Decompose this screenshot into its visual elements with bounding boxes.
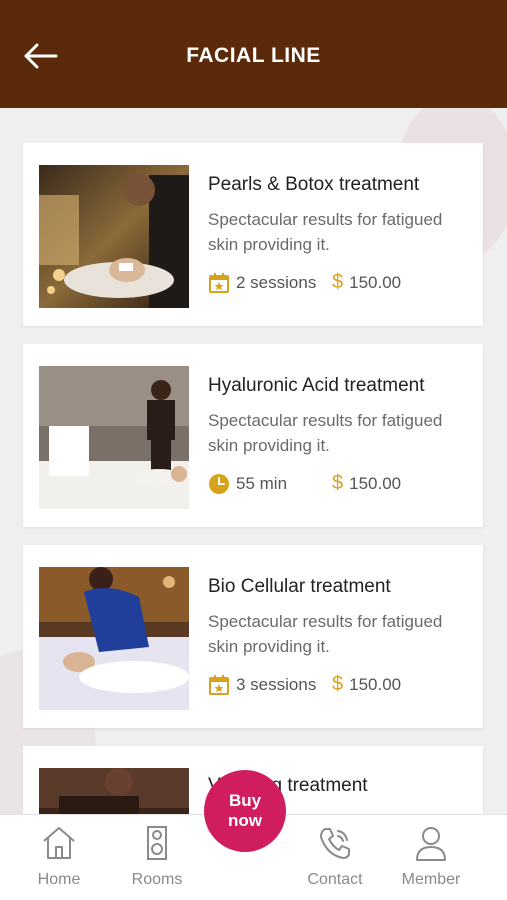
nav-label-home: Home xyxy=(37,871,81,888)
nav-label-contact: Contact xyxy=(307,871,363,888)
door-hanger-icon xyxy=(147,826,167,860)
nav-item-rooms[interactable]: Rooms xyxy=(112,823,202,895)
nav-item-contact[interactable]: Contact xyxy=(290,823,380,895)
treatment-description: Spectacular results for fatigued skin pr… xyxy=(208,612,443,656)
app-header: FACIAL LINE xyxy=(0,0,507,108)
arrow-left-icon xyxy=(24,43,58,69)
treatment-description: Spectacular results for fatigued skin pr… xyxy=(208,411,443,455)
page-title: FACIAL LINE xyxy=(186,44,321,67)
treatment-card[interactable]: Bio Cellular treatment Spectacular resul… xyxy=(23,545,483,728)
treatment-card[interactable]: Hyaluronic Acid treatment Spectacular re… xyxy=(23,344,483,527)
sessions-label: 3 sessions xyxy=(236,674,317,694)
nav-item-home[interactable]: Home xyxy=(14,823,104,895)
price-label: 150.00 xyxy=(349,473,402,493)
treatment-image xyxy=(39,567,189,710)
clock-icon xyxy=(208,473,230,495)
calendar-star-icon xyxy=(208,272,230,294)
sessions-label: 2 sessions xyxy=(236,272,317,292)
treatment-card[interactable]: Pearls & Botox treatment Spectacular res… xyxy=(23,143,483,326)
nav-item-member[interactable]: Member xyxy=(386,823,476,895)
treatment-title: Hyaluronic Acid treatment xyxy=(208,375,425,396)
person-icon xyxy=(416,827,446,861)
currency-symbol: $ xyxy=(332,271,344,293)
buy-now-button[interactable]: Buy now xyxy=(204,770,286,852)
treatment-title: Pearls & Botox treatment xyxy=(208,174,420,195)
treatment-image xyxy=(39,366,189,509)
nav-label-rooms: Rooms xyxy=(131,871,183,888)
treatment-title: Bio Cellular treatment xyxy=(208,576,391,597)
calendar-star-icon xyxy=(208,674,230,696)
home-icon xyxy=(43,827,75,859)
buy-now-line1: Buy xyxy=(228,791,262,810)
treatment-image xyxy=(39,165,189,308)
phone-icon xyxy=(320,828,350,859)
currency-symbol: $ xyxy=(332,472,344,494)
duration-label: 55 min xyxy=(236,473,288,493)
nav-label-member: Member xyxy=(401,871,461,888)
back-button[interactable] xyxy=(20,36,60,76)
buy-now-line2: now xyxy=(228,811,262,830)
currency-symbol: $ xyxy=(332,673,344,695)
treatment-image xyxy=(39,768,189,814)
treatment-description: Spectacular results for fatigued skin pr… xyxy=(208,210,443,254)
treatment-list[interactable]: Pearls & Botox treatment Spectacular res… xyxy=(0,108,507,814)
price-label: 150.00 xyxy=(349,272,402,292)
price-label: 150.00 xyxy=(349,674,402,694)
